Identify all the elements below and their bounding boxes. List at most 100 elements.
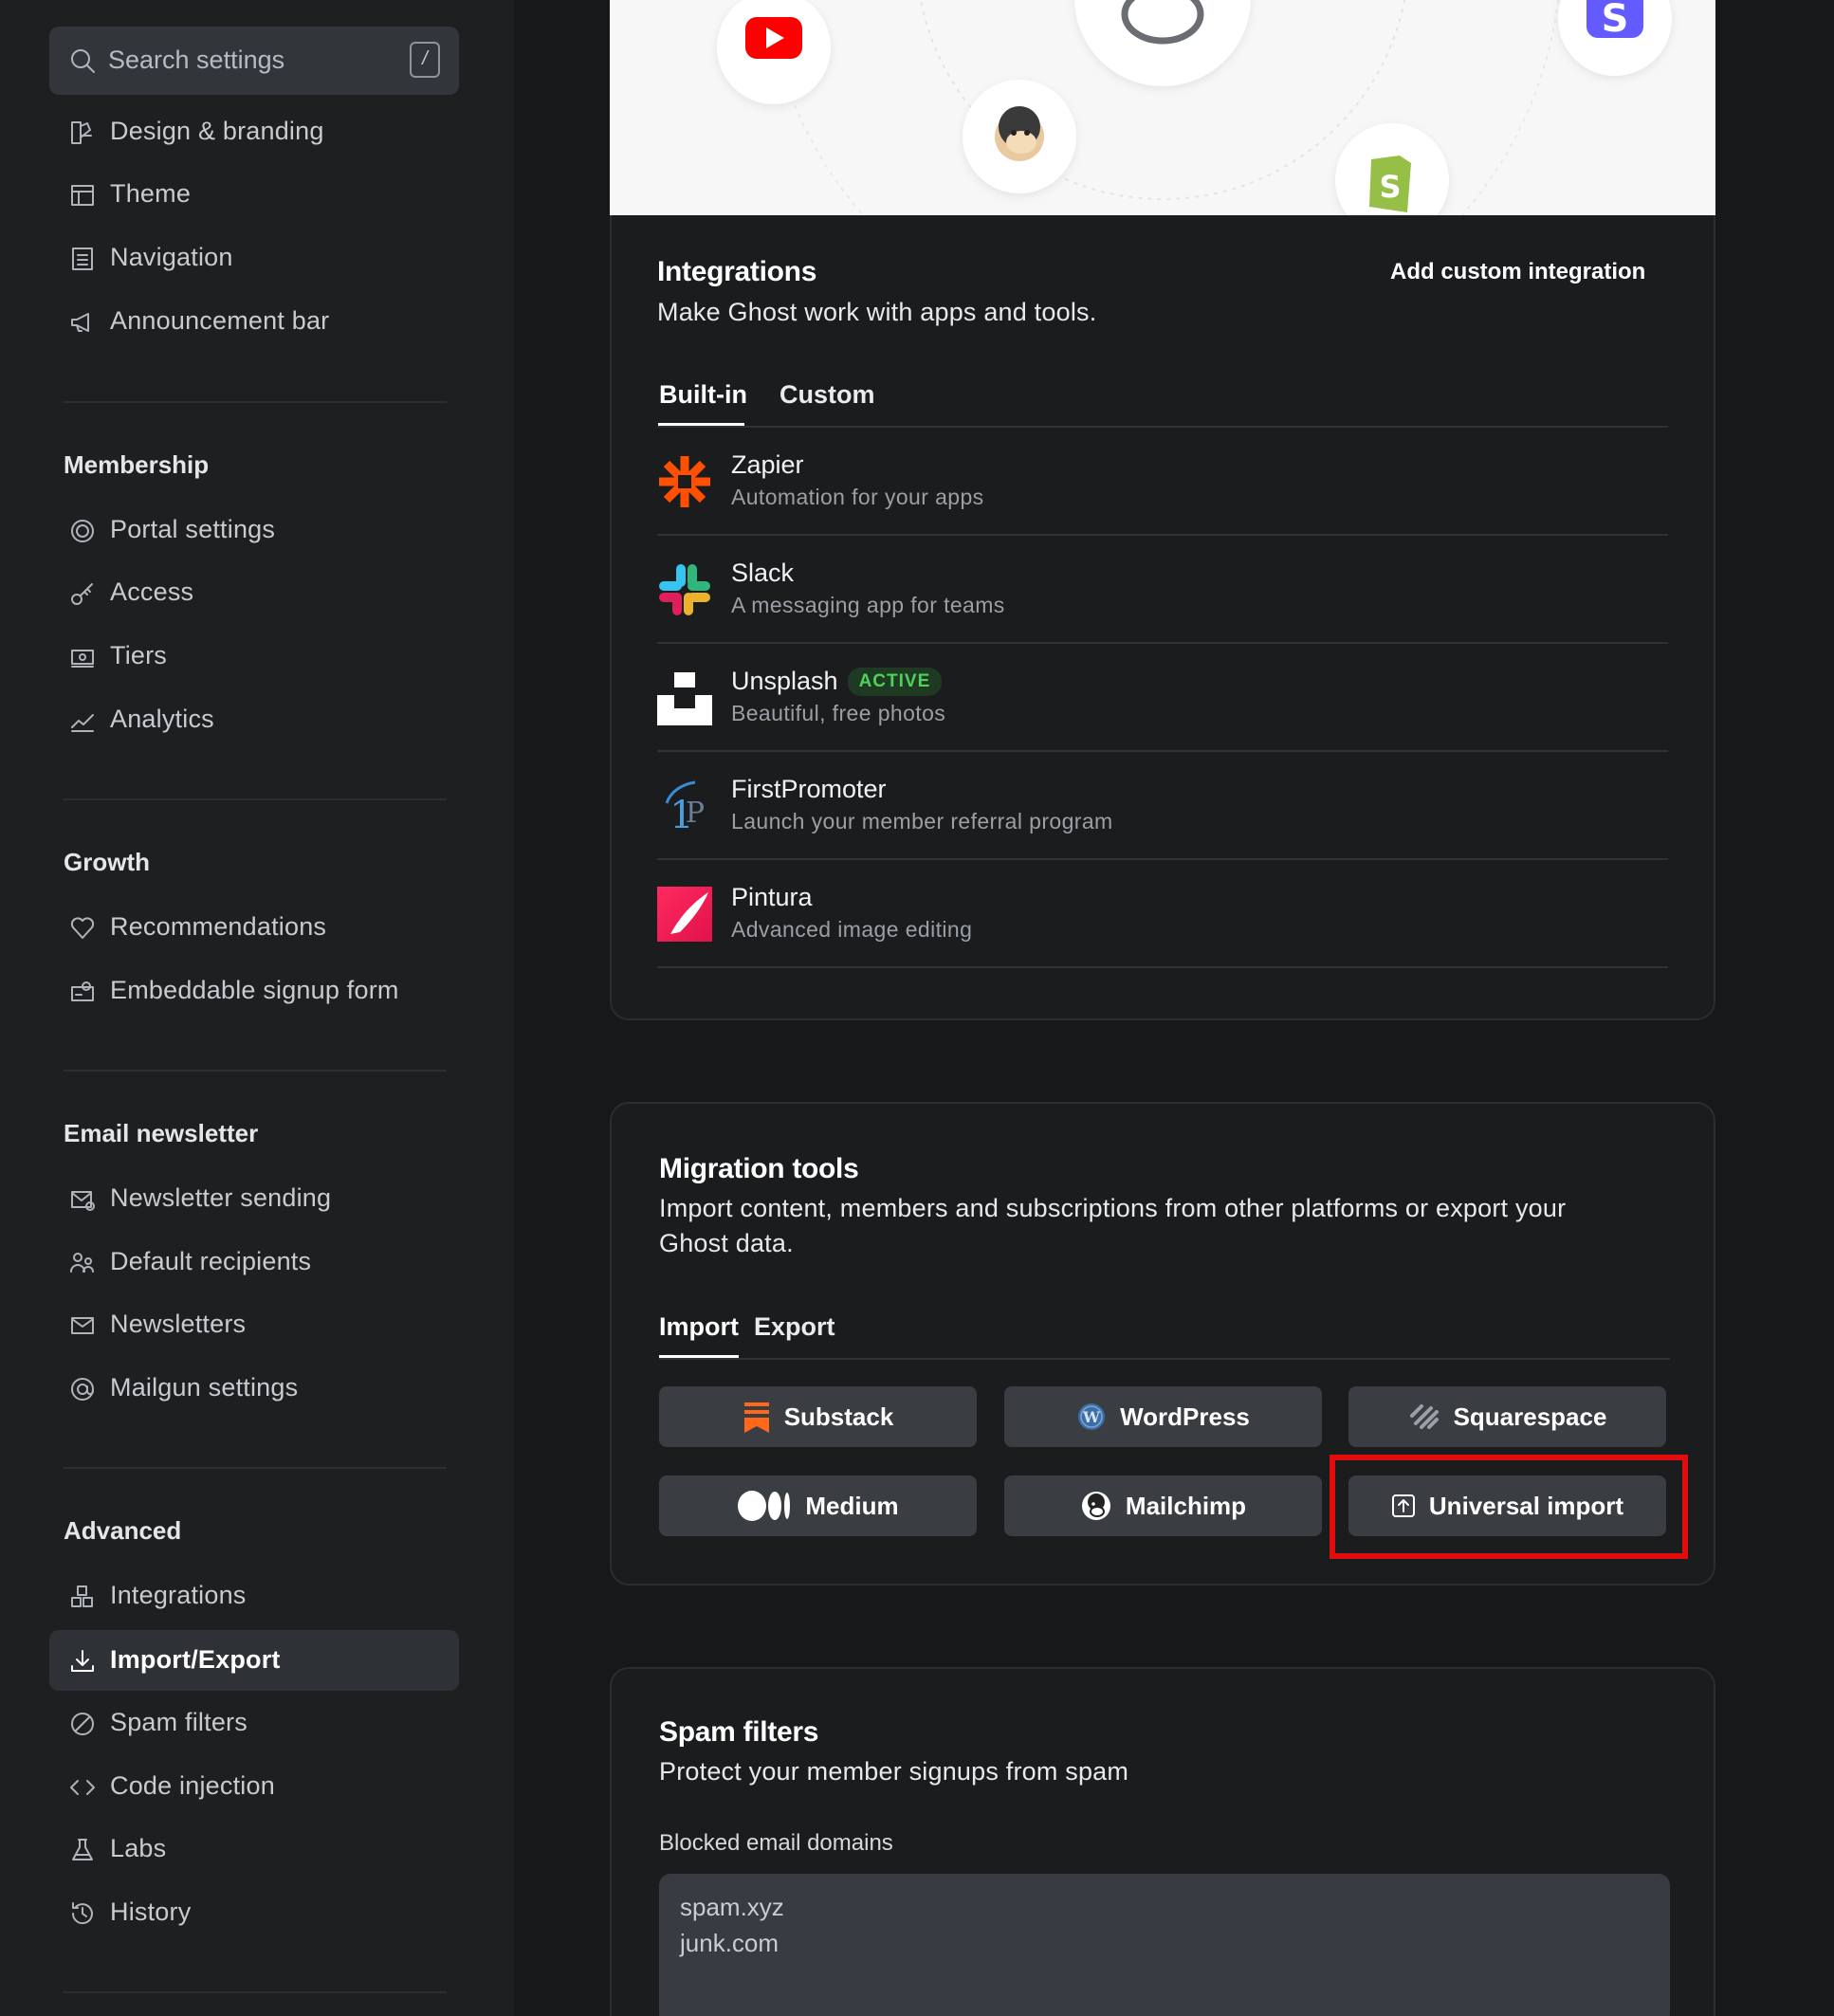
tab-built-in[interactable]: Built-in [659, 380, 747, 410]
sidebar-item-label: Embeddable signup form [110, 976, 399, 1004]
migration-title: Migration tools [659, 1153, 859, 1184]
button-label: WordPress [1120, 1402, 1250, 1431]
sidebar-divider [64, 798, 447, 800]
search-shortcut: / [410, 42, 440, 78]
sidebar-item-label: Portal settings [110, 515, 276, 543]
substack-button[interactable]: Substack [659, 1386, 977, 1447]
svg-text:W: W [1082, 1408, 1101, 1426]
ring-logo-icon [1074, 0, 1251, 86]
at-icon [71, 1378, 94, 1401]
sidebar-item-tiers[interactable]: Tiers [49, 626, 459, 687]
tab-import[interactable]: Import [659, 1312, 739, 1342]
sidebar-item-navigation[interactable]: Navigation [49, 228, 459, 288]
integration-name-row: Unsplash ACTIVE [731, 667, 943, 696]
integrations-banner: S S [610, 0, 1715, 215]
sidebar-item-default-recipients[interactable]: Default recipients [49, 1232, 459, 1292]
integration-description: Automation for your apps [731, 485, 984, 509]
slack-icon [659, 564, 710, 615]
sidebar-item-label: Mailgun settings [110, 1373, 299, 1402]
tiers-icon [71, 650, 94, 668]
shopify-icon: S [1335, 123, 1449, 215]
sidebar-item-history[interactable]: History [49, 1882, 459, 1943]
sidebar-item-label: Tiers [110, 641, 167, 669]
integration-description: A messaging app for teams [731, 593, 1005, 617]
sidebar-item-recommendations[interactable]: Recommendations [49, 897, 459, 958]
medium-button[interactable]: Medium [659, 1475, 977, 1536]
wordpress-button[interactable]: W WordPress [1004, 1386, 1322, 1447]
sidebar-item-embeddable-signup-form[interactable]: Embeddable signup form [49, 961, 459, 1021]
group-title-growth: Growth [64, 848, 150, 876]
analytics-icon [71, 714, 94, 732]
tab-export[interactable]: Export [754, 1312, 835, 1342]
sidebar-item-analytics[interactable]: Analytics [49, 689, 459, 750]
button-label: Medium [805, 1491, 899, 1520]
integration-row-unsplash[interactable]: Unsplash ACTIVE Beautiful, free photos [657, 644, 1668, 752]
sidebar-item-spam-filters[interactable]: Spam filters [49, 1693, 459, 1753]
envelope-icon [71, 1317, 94, 1334]
group-title-advanced: Advanced [64, 1516, 182, 1545]
search-input[interactable]: Search settings / [49, 27, 459, 95]
sidebar-item-labs[interactable]: Labs [49, 1819, 459, 1879]
spam-title: Spam filters [659, 1716, 819, 1748]
search-icon [71, 49, 95, 73]
blocked-domains-label: Blocked email domains [659, 1830, 893, 1856]
layout-icon [71, 185, 94, 206]
portal-icon [71, 520, 94, 542]
youtube-icon [717, 0, 831, 104]
migration-tools-card: Migration tools Import content, members … [610, 1102, 1715, 1585]
sidebar-item-announcement-bar[interactable]: Announcement bar [49, 291, 459, 352]
integration-row-zapier[interactable]: Zapier Automation for your apps [657, 428, 1668, 536]
medium-icon [738, 1491, 791, 1521]
download-icon [71, 1650, 94, 1672]
signup-form-icon [71, 981, 94, 1001]
integrations-description: Make Ghost work with apps and tools. [657, 298, 1097, 326]
sidebar-item-integrations[interactable]: Integrations [49, 1566, 459, 1626]
list-icon [72, 247, 93, 270]
svg-text:S: S [1602, 0, 1629, 41]
highlight-box [1330, 1455, 1688, 1559]
block-icon [71, 1713, 94, 1735]
sidebar-item-newsletter-sending[interactable]: Newsletter sending [49, 1168, 459, 1229]
tab-custom[interactable]: Custom [779, 380, 875, 410]
settings-sidebar: Search settings / Design & branding Them… [0, 0, 514, 2016]
integration-row-slack[interactable]: Slack A messaging app for teams [657, 536, 1668, 644]
status-badge: ACTIVE [847, 668, 943, 696]
migration-description: Import content, members and subscription… [659, 1194, 1567, 1257]
sidebar-item-label: Design & branding [110, 117, 324, 145]
wordpress-icon: W [1078, 1403, 1106, 1430]
integration-description: Advanced image editing [731, 917, 973, 942]
sidebar-item-portal-settings[interactable]: Portal settings [49, 500, 459, 560]
sidebar-divider [64, 1991, 447, 1993]
sidebar-item-newsletters[interactable]: Newsletters [49, 1294, 459, 1355]
sidebar-item-theme[interactable]: Theme [49, 164, 459, 225]
sidebar-item-label: Labs [110, 1834, 167, 1862]
sidebar-item-label: Default recipients [110, 1247, 312, 1275]
integration-description: Beautiful, free photos [731, 701, 946, 725]
users-icon [70, 1253, 94, 1273]
sidebar-item-mailgun-settings[interactable]: Mailgun settings [49, 1358, 459, 1419]
sidebar-item-access[interactable]: Access [49, 562, 459, 623]
button-label: Squarespace [1453, 1402, 1607, 1431]
tab-active-indicator [659, 1355, 739, 1358]
group-title-email-newsletter: Email newsletter [64, 1119, 259, 1147]
sidebar-divider [64, 1467, 447, 1469]
tab-divider [659, 1358, 1670, 1360]
zapier-icon [659, 456, 710, 507]
integration-name: Slack [731, 559, 795, 587]
integration-name: FirstPromoter [731, 775, 887, 803]
integration-row-pintura[interactable]: Pintura Advanced image editing [657, 860, 1668, 968]
sidebar-item-code-injection[interactable]: Code injection [49, 1756, 459, 1817]
mail-gear-icon [71, 1191, 95, 1211]
sidebar-item-import-export[interactable]: Import/Export [49, 1630, 459, 1691]
textarea-line: spam.xyz [680, 1893, 784, 1921]
integrations-title: Integrations [657, 256, 817, 287]
add-custom-integration-link[interactable]: Add custom integration [1390, 259, 1645, 285]
key-icon [71, 583, 93, 605]
squarespace-button[interactable]: Squarespace [1348, 1386, 1666, 1447]
tab-active-indicator [658, 423, 744, 426]
integration-row-firstpromoter[interactable]: 1 P FirstPromoter Launch your member ref… [657, 752, 1668, 860]
mailchimp-button[interactable]: Mailchimp [1004, 1475, 1322, 1536]
sidebar-item-design-branding[interactable]: Design & branding [49, 101, 459, 162]
blocked-domains-textarea[interactable]: spam.xyz junk.com [659, 1874, 1670, 2016]
textarea-line: junk.com [680, 1929, 779, 1957]
